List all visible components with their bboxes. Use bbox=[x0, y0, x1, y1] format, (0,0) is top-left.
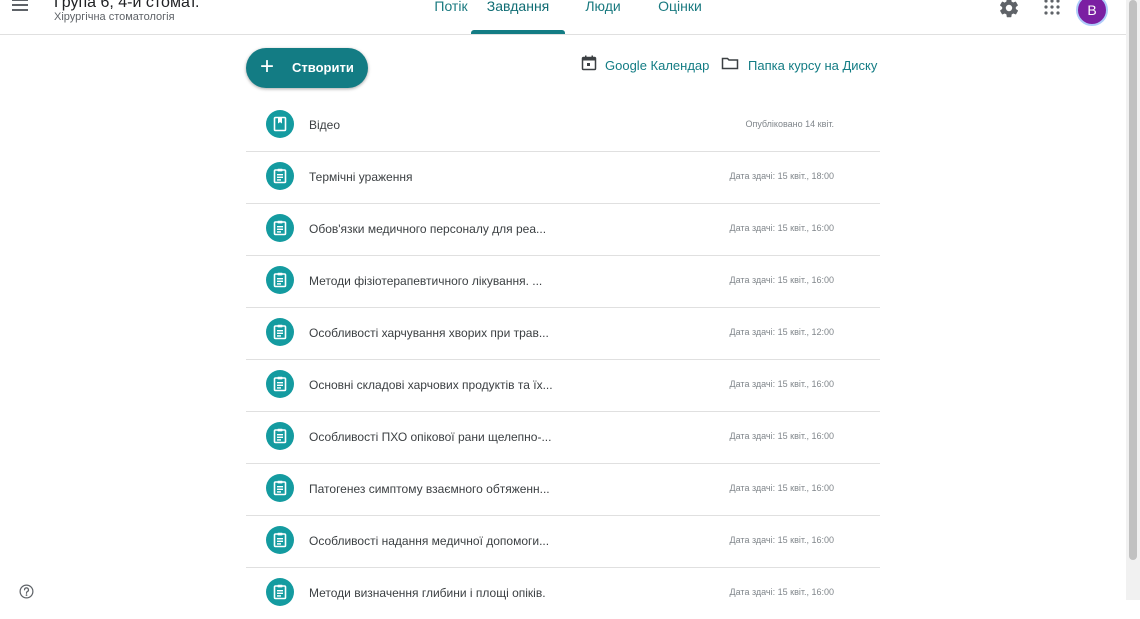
help-icon[interactable] bbox=[19, 584, 34, 599]
list-item-title: Відео bbox=[309, 118, 341, 132]
course-subtitle: Хірургічна стоматологія bbox=[54, 11, 175, 23]
list-item[interactable]: Особливості надання медичної допомоги...… bbox=[246, 516, 880, 568]
list-item-date: Дата здачі: 15 квіт., 16:00 bbox=[729, 275, 834, 285]
list-item-date: Дата здачі: 15 квіт., 16:00 bbox=[729, 431, 834, 441]
list-item[interactable]: Відео Опубліковано 14 квіт. bbox=[246, 100, 880, 152]
list-item-date: Дата здачі: 15 квіт., 16:00 bbox=[729, 535, 834, 545]
gear-icon[interactable] bbox=[998, 0, 1020, 19]
assignment-icon bbox=[266, 526, 294, 554]
list-item-date: Дата здачі: 15 квіт., 12:00 bbox=[729, 327, 834, 337]
tab-grades[interactable]: Оцінки bbox=[650, 0, 710, 32]
list-item[interactable]: Методи фізіотерапевтичного лікування. ..… bbox=[246, 256, 880, 308]
assignment-icon bbox=[266, 318, 294, 346]
list-item-date: Дата здачі: 15 квіт., 16:00 bbox=[729, 587, 834, 597]
calendar-link-label: Google Календар bbox=[605, 58, 710, 73]
assignment-icon bbox=[266, 266, 294, 294]
create-button[interactable]: + Створити bbox=[246, 48, 368, 88]
list-item-date: Опубліковано 14 квіт. bbox=[745, 119, 834, 129]
assignment-icon bbox=[266, 474, 294, 502]
list-item-title: Особливості харчування хворих при трав..… bbox=[309, 326, 549, 340]
list-item[interactable]: Особливості харчування хворих при трав..… bbox=[246, 308, 880, 360]
folder-icon bbox=[721, 55, 739, 74]
menu-icon[interactable] bbox=[10, 0, 32, 16]
list-item[interactable]: Обов'язки медичного персоналу для реа...… bbox=[246, 204, 880, 256]
scrollbar[interactable] bbox=[1126, 0, 1140, 600]
list-item[interactable]: Методи визначення глибини і площі опіків… bbox=[246, 568, 880, 619]
assignment-icon bbox=[266, 578, 294, 606]
list-item-title: Термічні ураження bbox=[309, 170, 413, 184]
create-button-label: Створити bbox=[292, 60, 354, 75]
assignment-icon bbox=[266, 422, 294, 450]
apps-grid-icon[interactable] bbox=[1043, 0, 1061, 16]
list-item-date: Дата здачі: 15 квіт., 16:00 bbox=[729, 483, 834, 493]
classwork-list: Відео Опубліковано 14 квіт. Термічні ураже… bbox=[246, 100, 880, 619]
calendar-icon bbox=[581, 55, 597, 74]
avatar[interactable]: B bbox=[1076, 0, 1108, 26]
list-item-date: Дата здачі: 15 квіт., 18:00 bbox=[729, 171, 834, 181]
list-item[interactable]: Особливості ПХО опікової рани щелепно-..… bbox=[246, 412, 880, 464]
tab-people[interactable]: Люди bbox=[573, 0, 633, 32]
list-item-title: Методи фізіотерапевтичного лікування. ..… bbox=[309, 274, 543, 288]
list-item[interactable]: Термічні ураження Дата здачі: 15 квіт., 1… bbox=[246, 152, 880, 204]
material-icon bbox=[266, 110, 294, 138]
active-tab-indicator bbox=[471, 30, 565, 34]
list-item-title: Основні складові харчових продуктів та ї… bbox=[309, 378, 553, 392]
drive-link-label: Папка курсу на Диску bbox=[748, 58, 878, 73]
list-item-title: Особливості ПХО опікової рани щелепно-..… bbox=[309, 430, 552, 444]
assignment-icon bbox=[266, 162, 294, 190]
top-app-bar: Група 6, 4-й стомат. Хірургічна стоматол… bbox=[0, 0, 1126, 35]
scrollbar-thumb[interactable] bbox=[1129, 0, 1137, 560]
list-item-date: Дата здачі: 15 квіт., 16:00 bbox=[729, 379, 834, 389]
assignment-icon bbox=[266, 214, 294, 242]
list-item[interactable]: Основні складові харчових продуктів та ї… bbox=[246, 360, 880, 412]
list-item-title: Особливості надання медичної допомоги... bbox=[309, 534, 550, 548]
list-item-title: Патогенез симптому взаємного обтяженн... bbox=[309, 482, 550, 496]
list-item-title: Методи визначення глибини і площі опіків… bbox=[309, 586, 546, 600]
list-item-title: Обов'язки медичного персоналу для реа... bbox=[309, 222, 547, 236]
tab-classwork[interactable]: Завдання bbox=[471, 0, 565, 32]
plus-icon: + bbox=[260, 53, 275, 80]
assignment-icon bbox=[266, 370, 294, 398]
list-item-date: Дата здачі: 15 квіт., 16:00 bbox=[729, 223, 834, 233]
list-item[interactable]: Патогенез симптому взаємного обтяженн...… bbox=[246, 464, 880, 516]
